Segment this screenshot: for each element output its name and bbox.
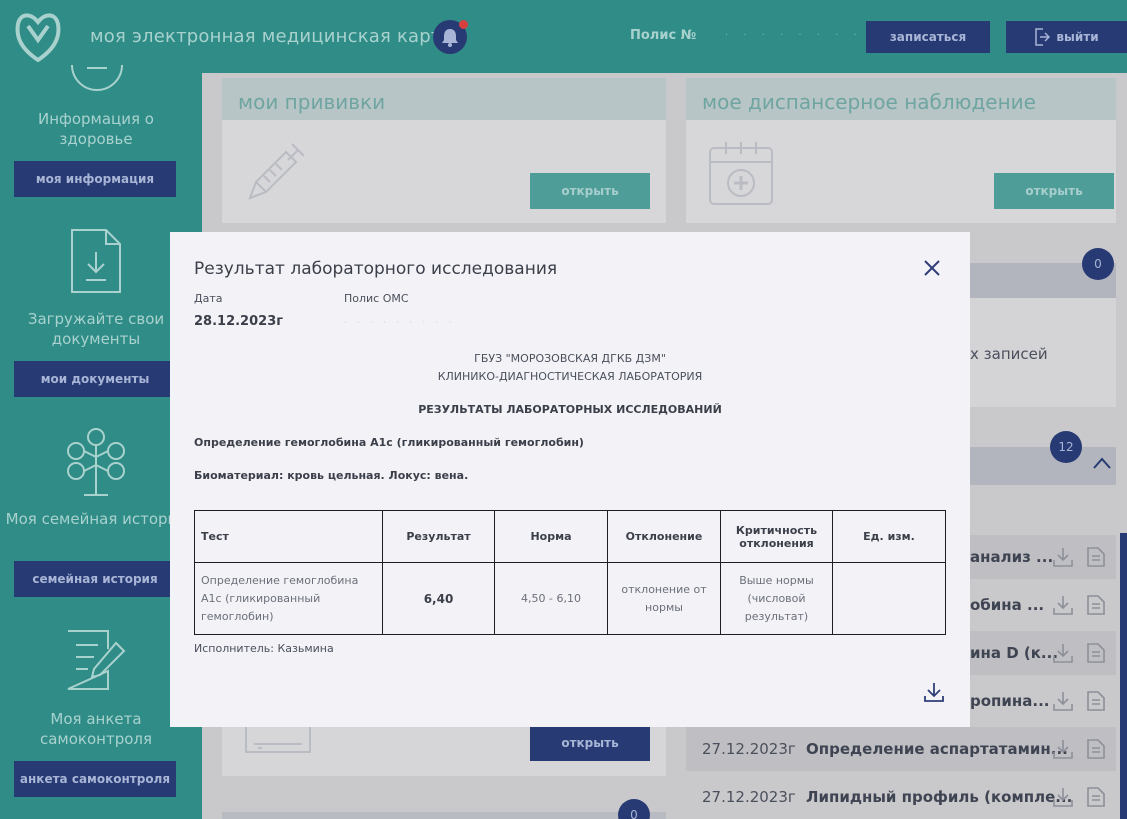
logout-icon <box>1035 28 1051 46</box>
polis-label: Полис № <box>630 28 697 43</box>
chevron-up-icon[interactable] <box>1092 456 1112 470</box>
dispensary-title: мое диспансерное наблюдение <box>702 90 1036 114</box>
vaccinations-open-button[interactable]: открыть <box>530 173 650 209</box>
my-info-button[interactable]: моя информация <box>14 161 176 197</box>
app-title: моя электронная медицинская карта <box>90 26 453 47</box>
col-test: Тест <box>194 510 383 563</box>
notification-dot <box>459 20 468 29</box>
row-download-icon[interactable] <box>1052 690 1112 712</box>
results-table: Тест Результат Норма Отклонение Критично… <box>194 510 946 635</box>
lab-results-badge: 12 <box>1050 431 1082 463</box>
vaccinations-card: мои прививки открыть <box>222 78 666 223</box>
org-name: ГБУЗ "МОРОЗОВСКАЯ ДГКБ ДЗМ" <box>474 352 666 365</box>
scrollbar[interactable] <box>1120 533 1127 819</box>
download-icon[interactable] <box>922 680 946 704</box>
sidebar-title-documents: Загружайте свои документы <box>27 310 165 348</box>
records-badge: 0 <box>1082 248 1114 280</box>
row-download-icon[interactable] <box>1052 642 1112 664</box>
cell-criticality: Выше нормы (числовой результат) <box>720 562 833 635</box>
app-header: моя электронная медицинская карта Полис … <box>0 0 1127 73</box>
records-text-fragment: х записей <box>970 345 1048 363</box>
table-header-row: Тест Результат Норма Отклонение Критично… <box>194 510 946 563</box>
col-deviation: Отклонение <box>607 510 721 563</box>
polis-number: · · · · · · · · <box>725 30 863 41</box>
modal-title: Результат лабораторного исследования <box>194 259 558 279</box>
logout-label: выйти <box>1056 30 1099 44</box>
row-download-icon[interactable] <box>1052 594 1112 616</box>
cell-units <box>832 562 946 635</box>
table-row[interactable]: 27.12.2023г Липидный профиль (компле... <box>686 775 1116 819</box>
syringe-icon <box>248 143 305 200</box>
biomaterial: Биоматериал: кровь цельная. Локус: вена. <box>194 469 469 482</box>
col-criticality: Критичность отклонения <box>720 510 833 563</box>
row-download-icon[interactable] <box>1052 546 1112 568</box>
bottom-badge: 0 <box>618 799 650 819</box>
family-tree-icon <box>67 428 125 496</box>
upload-document-icon <box>71 229 121 293</box>
vaccinations-title: мои прививки <box>238 90 386 114</box>
date-label: Дата <box>194 292 223 305</box>
dispensary-open-button[interactable]: открыть <box>994 173 1114 209</box>
table-row[interactable]: 27.12.2023г Определение аспартатамин... <box>686 727 1116 771</box>
self-control-button[interactable]: анкета самоконтроля <box>14 761 176 797</box>
executor: Исполнитель: Казьмина <box>194 642 334 655</box>
polis-oms-value: · · · · · · · · · <box>344 318 456 327</box>
col-result: Результат <box>382 510 495 563</box>
test-name: Определение гемоглобина A1c (гликированн… <box>194 436 584 449</box>
row-download-icon[interactable] <box>1052 786 1112 808</box>
sidebar-title-family: Моя семейная история <box>5 510 187 528</box>
close-icon[interactable] <box>922 258 942 278</box>
lab-result-modal: Результат лабораторного исследования Дат… <box>170 232 970 727</box>
sidebar-title-selfcontrol: Моя анкета самоконтроля <box>39 710 153 748</box>
logout-button[interactable]: выйти <box>1006 21 1127 53</box>
sidebar-title-health: Информация о здоровье <box>38 110 154 148</box>
results-heading: РЕЗУЛЬТАТЫ ЛАБОРАТОРНЫХ ИССЛЕДОВАНИЙ <box>418 403 722 416</box>
dispensary-card: мое диспансерное наблюдение открыть <box>686 78 1116 223</box>
date-value: 28.12.2023г <box>194 314 284 329</box>
calendar-medical-icon <box>709 142 773 205</box>
cell-result: 6,40 <box>382 562 495 635</box>
col-norm: Норма <box>494 510 608 563</box>
my-documents-button[interactable]: мои документы <box>14 361 176 397</box>
self-control-open-button[interactable]: открыть <box>530 725 650 761</box>
health-info-icon <box>71 65 123 91</box>
cell-test: Определение гемоглобина A1c (гликированн… <box>194 562 383 635</box>
self-control-form-icon <box>67 630 126 690</box>
family-history-button[interactable]: семейная история <box>14 561 176 597</box>
cell-norm: 4,50 - 6,10 <box>494 562 608 635</box>
table-row: Определение гемоглобина A1c (гликированн… <box>194 562 946 635</box>
book-appointment-button[interactable]: записаться <box>866 21 990 53</box>
col-units: Ед. изм. <box>832 510 946 563</box>
row-download-icon[interactable] <box>1052 738 1112 760</box>
lab-name: КЛИНИКО-ДИАГНОСТИЧЕСКАЯ ЛАБОРАТОРИЯ <box>437 370 703 383</box>
cell-deviation: отклонение от нормы <box>607 562 721 635</box>
polis-oms-label: Полис ОМС <box>344 292 409 305</box>
heart-shield-logo-icon[interactable] <box>14 10 62 62</box>
